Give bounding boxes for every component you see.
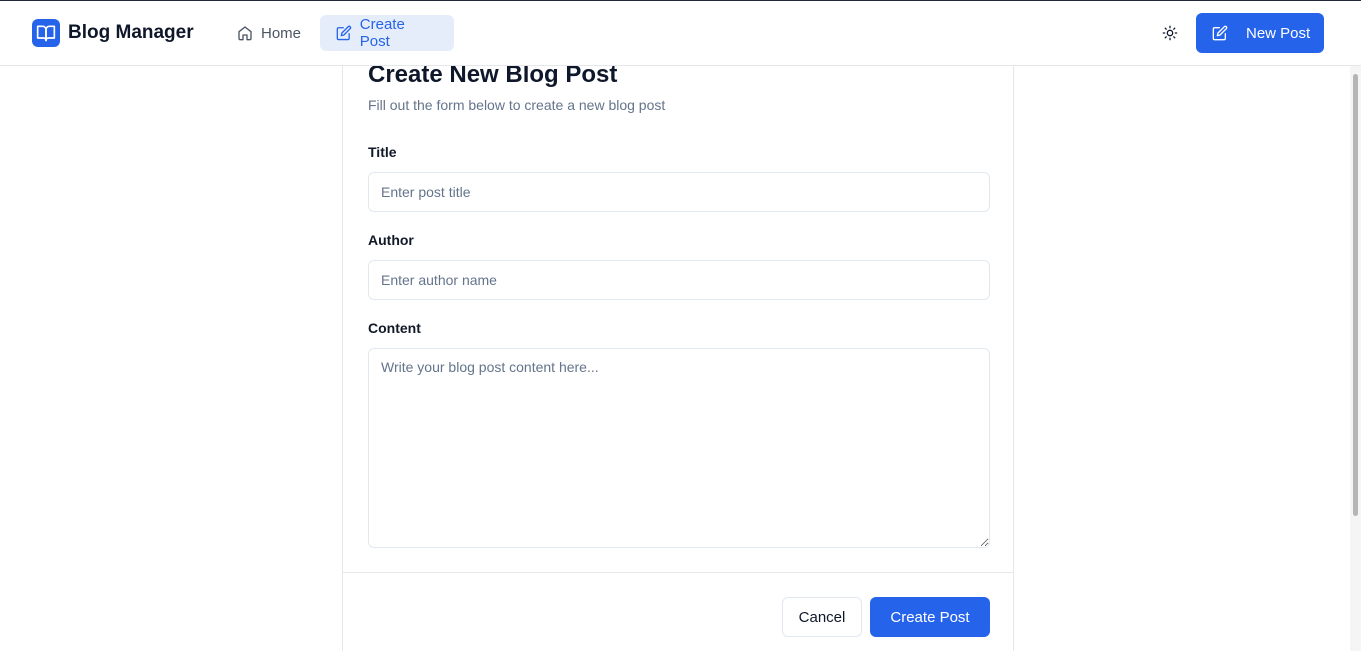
nav-home-label: Home xyxy=(261,24,302,42)
book-open-icon xyxy=(32,19,60,47)
new-post-button[interactable]: New Post xyxy=(1196,13,1324,53)
title-label: Title xyxy=(368,144,397,160)
top-navbar: Blog Manager Home Create Post New Post xyxy=(0,1,1361,66)
cancel-button[interactable]: Cancel xyxy=(782,597,862,637)
scrollbar-thumb[interactable] xyxy=(1353,74,1358,516)
edit-icon xyxy=(1212,25,1228,41)
nav-create-post-label: Create Post xyxy=(359,16,405,50)
card-footer-divider xyxy=(343,572,1013,573)
nav-create-post[interactable]: Create Post xyxy=(320,15,454,51)
sun-icon xyxy=(1162,25,1178,41)
page-subtitle: Fill out the form below to create a new … xyxy=(368,97,666,113)
content-textarea[interactable] xyxy=(368,348,990,548)
author-input[interactable] xyxy=(368,260,990,300)
content-label: Content xyxy=(368,320,421,336)
author-label: Author xyxy=(368,232,414,248)
theme-toggle-button[interactable] xyxy=(1155,18,1185,48)
page-scrollbar[interactable] xyxy=(1350,66,1361,651)
home-icon xyxy=(238,26,252,41)
app-name: Blog Manager xyxy=(68,22,194,43)
edit-icon xyxy=(336,25,352,41)
create-post-button[interactable]: Create Post xyxy=(870,597,990,637)
title-input[interactable] xyxy=(368,172,990,212)
new-post-label: New Post xyxy=(1246,24,1311,42)
nav-home[interactable]: Home xyxy=(221,15,317,51)
create-post-card: Create New Blog Post Fill out the form b… xyxy=(342,30,1014,651)
brand[interactable]: Blog Manager xyxy=(32,19,194,47)
